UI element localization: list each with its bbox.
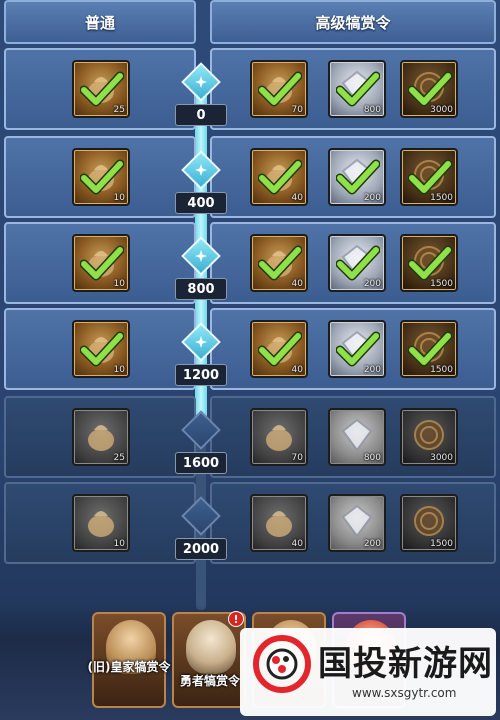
check-icon: [408, 71, 452, 107]
level-label: 0: [175, 104, 227, 126]
check-icon: [408, 159, 452, 195]
premium-reward-item[interactable]: 40: [250, 320, 308, 378]
premium-reward-item[interactable]: 200: [328, 320, 386, 378]
free-reward-item[interactable]: 10: [72, 148, 130, 206]
check-icon: [258, 71, 302, 107]
reward-qty: 3000: [430, 453, 453, 463]
premium-reward-item[interactable]: 200: [328, 148, 386, 206]
tab-premium[interactable]: 高级犒赏令: [210, 0, 496, 44]
premium-reward-item[interactable]: 200: [328, 494, 386, 552]
reward-bag-icon: [266, 425, 292, 451]
premium-reward-item[interactable]: 40: [250, 234, 308, 292]
check-icon: [258, 245, 302, 281]
coin-icon: [414, 506, 444, 536]
premium-reward-item[interactable]: 800: [328, 408, 386, 466]
watermark-brand: 国投新游网: [318, 644, 493, 684]
reward-qty: 40: [291, 539, 303, 549]
reward-qty: 3000: [430, 105, 453, 115]
gem-icon: [341, 418, 373, 452]
premium-reward-item[interactable]: 1500: [400, 234, 458, 292]
reward-qty: 40: [291, 279, 303, 289]
level-label: 800: [175, 278, 227, 300]
pass-portrait-icon: [186, 620, 236, 674]
watermark-url: www.sxsgytr.com: [352, 686, 457, 700]
reward-qty: 200: [363, 365, 381, 375]
premium-reward-item[interactable]: 1500: [400, 320, 458, 378]
reward-bag-icon: [88, 425, 114, 451]
reward-qty: 25: [113, 105, 125, 115]
free-reward-item[interactable]: 10: [72, 234, 130, 292]
reward-qty: 200: [363, 193, 381, 203]
tab-premium-label: 高级犒赏令: [315, 13, 391, 32]
premium-reward-item[interactable]: 3000: [400, 60, 458, 118]
check-icon: [336, 245, 380, 281]
watermark-logo-icon: [253, 635, 311, 693]
reward-qty: 1500: [430, 193, 453, 203]
premium-reward-item[interactable]: 800: [328, 60, 386, 118]
check-icon: [80, 159, 124, 195]
reward-qty: 10: [113, 279, 125, 289]
check-icon: [258, 159, 302, 195]
reward-row: 10 40 200 1500: [4, 482, 496, 564]
check-icon: [336, 159, 380, 195]
free-reward-item[interactable]: 25: [72, 60, 130, 118]
gem-icon: [341, 504, 373, 538]
premium-reward-item[interactable]: 3000: [400, 408, 458, 466]
premium-reward-item[interactable]: 40: [250, 494, 308, 552]
reward-row: 10 40 200 1500: [4, 136, 496, 218]
reward-qty: 1500: [430, 365, 453, 375]
reward-qty: 1500: [430, 539, 453, 549]
check-icon: [80, 71, 124, 107]
reward-qty: 40: [291, 365, 303, 375]
tab-normal-label: 普通: [84, 13, 115, 32]
reward-row: 25 70 800 3000: [4, 48, 496, 130]
check-icon: [408, 331, 452, 367]
pass-tab-old-royal-label: (旧)皇家犒赏令: [87, 660, 171, 674]
reward-qty: 10: [113, 539, 125, 549]
reward-row: 25 70 800 3000: [4, 396, 496, 478]
free-reward-item[interactable]: 10: [72, 320, 130, 378]
premium-reward-item[interactable]: 1500: [400, 148, 458, 206]
reward-qty: 25: [113, 453, 125, 463]
coin-icon: [414, 420, 444, 450]
check-icon: [80, 331, 124, 367]
reward-qty: 800: [363, 453, 381, 463]
tab-normal[interactable]: 普通: [4, 0, 196, 44]
reward-qty: 200: [363, 539, 381, 549]
reward-qty: 1500: [430, 279, 453, 289]
premium-reward-item[interactable]: 1500: [400, 494, 458, 552]
premium-reward-item[interactable]: 70: [250, 60, 308, 118]
reward-row: 10 40 200 1500: [4, 222, 496, 304]
premium-reward-item[interactable]: 70: [250, 408, 308, 466]
free-reward-item[interactable]: 25: [72, 408, 130, 466]
level-label: 2000: [175, 538, 227, 560]
reward-qty: 200: [363, 279, 381, 289]
level-label: 1600: [175, 452, 227, 474]
reward-bag-icon: [266, 511, 292, 537]
free-reward-item[interactable]: 10: [72, 494, 130, 552]
check-icon: [336, 331, 380, 367]
reward-qty: 70: [291, 105, 303, 115]
reward-row: 10 40 200 1500: [4, 308, 496, 390]
check-icon: [80, 245, 124, 281]
reward-bag-icon: [88, 511, 114, 537]
premium-reward-item[interactable]: 200: [328, 234, 386, 292]
reward-qty: 70: [291, 453, 303, 463]
premium-reward-item[interactable]: 40: [250, 148, 308, 206]
level-label: 400: [175, 192, 227, 214]
check-icon: [258, 331, 302, 367]
check-icon: [408, 245, 452, 281]
reward-qty: 40: [291, 193, 303, 203]
battle-pass-screen: 普通 高级犒赏令 25 70 800 3000 0 10 40 200 1500 400 10 40 2…: [0, 0, 500, 720]
reward-qty: 10: [113, 193, 125, 203]
reward-qty: 10: [113, 365, 125, 375]
level-label: 1200: [175, 364, 227, 386]
alert-badge: !: [228, 611, 244, 627]
reward-qty: 800: [363, 105, 381, 115]
check-icon: [336, 71, 380, 107]
